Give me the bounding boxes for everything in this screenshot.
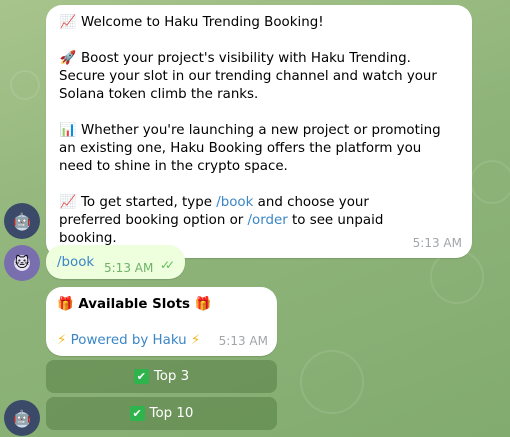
powered-by-row: ⚡ Powered by Haku ⚡ bbox=[57, 332, 200, 350]
lightning-icon: ⚡ bbox=[57, 333, 67, 348]
top-10-button[interactable]: ✔ Top 10 bbox=[46, 397, 277, 430]
top-10-button-label: Top 10 bbox=[149, 406, 194, 421]
boost-text: Boost your project's visibility with Hak… bbox=[59, 51, 437, 102]
message-time: 5:13 AM bbox=[104, 261, 154, 275]
welcome-text: Welcome to Haku Trending Booking! bbox=[81, 15, 324, 30]
launch-paragraph: 📊 Whether you're launching a new project … bbox=[59, 122, 457, 176]
chart-up-icon: 📈 bbox=[59, 15, 77, 30]
read-receipt-icon: ✓✓ bbox=[160, 258, 175, 272]
slots-title-row: 🎁 Available Slots 🎁 bbox=[57, 296, 211, 314]
order-command-link[interactable]: /order bbox=[248, 213, 288, 228]
bot-welcome-message: 📈 Welcome to Haku Trending Booking! 🚀 Boos… bbox=[46, 5, 472, 258]
powered-by-link[interactable]: Powered by Haku bbox=[71, 333, 187, 348]
available-slots-message: 🎁 Available Slots 🎁 ⚡ Powered by Haku ⚡ … bbox=[46, 287, 277, 356]
message-time: 5:13 AM bbox=[218, 334, 268, 348]
bot-avatar-icon: 🤖 bbox=[13, 213, 31, 229]
check-mark-icon: ✔ bbox=[133, 369, 149, 384]
slots-title: Available Slots bbox=[78, 297, 190, 312]
user-command-text[interactable]: /book bbox=[57, 254, 94, 272]
background-doodle bbox=[430, 250, 484, 304]
chart-up-icon: 📈 bbox=[59, 195, 77, 210]
check-mark-icon: ✔ bbox=[129, 406, 145, 421]
bar-chart-icon: 📊 bbox=[59, 123, 77, 138]
message-time: 5:13 AM bbox=[412, 236, 462, 250]
instructions-paragraph: 📈 To get started, type /book and choose y… bbox=[59, 194, 457, 248]
user-avatar-icon: 🐱 bbox=[14, 255, 30, 271]
user-avatar[interactable]: 🐱 bbox=[4, 245, 40, 281]
background-doodle bbox=[470, 160, 510, 204]
bot-avatar-icon: 🤖 bbox=[13, 410, 31, 426]
welcome-line: 📈 Welcome to Haku Trending Booking! bbox=[59, 14, 457, 32]
boost-paragraph: 🚀 Boost your project's visibility with Ha… bbox=[59, 50, 457, 104]
user-command-message: /book 5:13 AM ✓✓ bbox=[46, 245, 185, 279]
background-doodle bbox=[10, 70, 40, 100]
background-doodle bbox=[300, 350, 364, 414]
rocket-icon: 🚀 bbox=[59, 51, 77, 66]
bot-avatar[interactable]: 🤖 bbox=[4, 400, 40, 436]
launch-text: Whether you're launching a new project o… bbox=[59, 123, 441, 174]
instructions-prefix: To get started, type bbox=[81, 195, 217, 210]
lightning-icon: ⚡ bbox=[190, 333, 201, 348]
gift-icon: 🎁 bbox=[57, 297, 74, 312]
bot-avatar[interactable]: 🤖 bbox=[4, 203, 40, 239]
book-command-link[interactable]: /book bbox=[216, 195, 253, 210]
top-3-button-label: Top 3 bbox=[153, 369, 190, 384]
gift-icon: 🎁 bbox=[194, 297, 212, 312]
top-3-button[interactable]: ✔ Top 3 bbox=[46, 360, 277, 393]
